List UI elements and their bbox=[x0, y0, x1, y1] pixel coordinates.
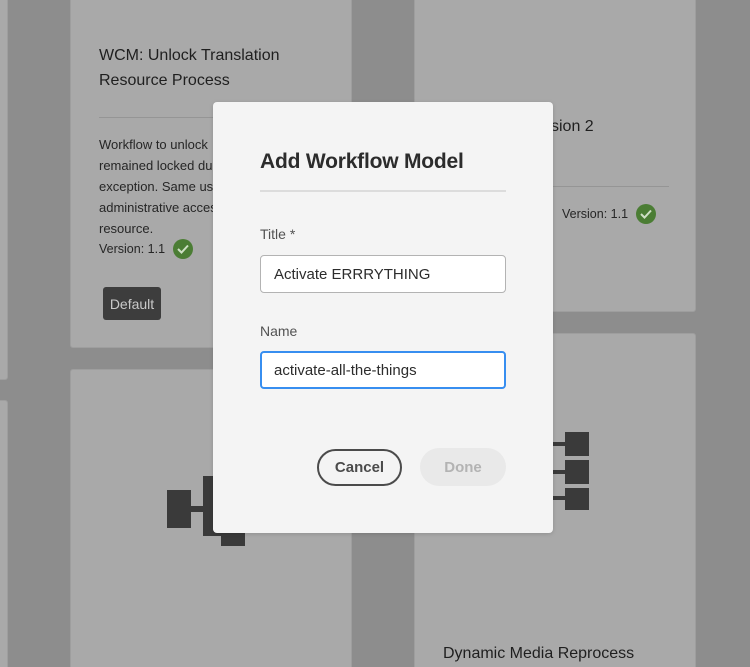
checkmark-icon bbox=[173, 239, 194, 259]
add-workflow-model-dialog: Add Workflow Model Title * Name Cancel D… bbox=[213, 102, 553, 533]
cancel-button[interactable]: Cancel bbox=[317, 449, 402, 486]
card-title: Dynamic Media Reprocess bbox=[443, 645, 635, 662]
card-title: sion 2 bbox=[551, 118, 594, 135]
checkmark-icon bbox=[636, 204, 657, 224]
name-input[interactable] bbox=[260, 351, 506, 389]
dialog-title: Add Workflow Model bbox=[260, 150, 464, 173]
default-badge[interactable]: Default bbox=[103, 287, 161, 320]
card-left-edge-bottom[interactable] bbox=[0, 400, 8, 667]
version-row: Version: 1.1 bbox=[99, 239, 194, 259]
card-left-edge-top[interactable] bbox=[0, 0, 8, 380]
version-row: Version: 1.1 bbox=[562, 204, 657, 224]
card-description: Workflow to unlock remained locked du ex… bbox=[99, 137, 221, 236]
title-input[interactable] bbox=[260, 255, 506, 293]
dialog-divider bbox=[260, 190, 506, 192]
version-text: Version: 1.1 bbox=[99, 242, 166, 256]
card-title: WCM: Unlock Translation Resource Process bbox=[99, 47, 280, 89]
done-button[interactable]: Done bbox=[420, 448, 506, 486]
title-field-label: Title * bbox=[260, 226, 296, 242]
name-field-label: Name bbox=[260, 323, 298, 339]
version-text: Version: 1.1 bbox=[562, 207, 629, 221]
